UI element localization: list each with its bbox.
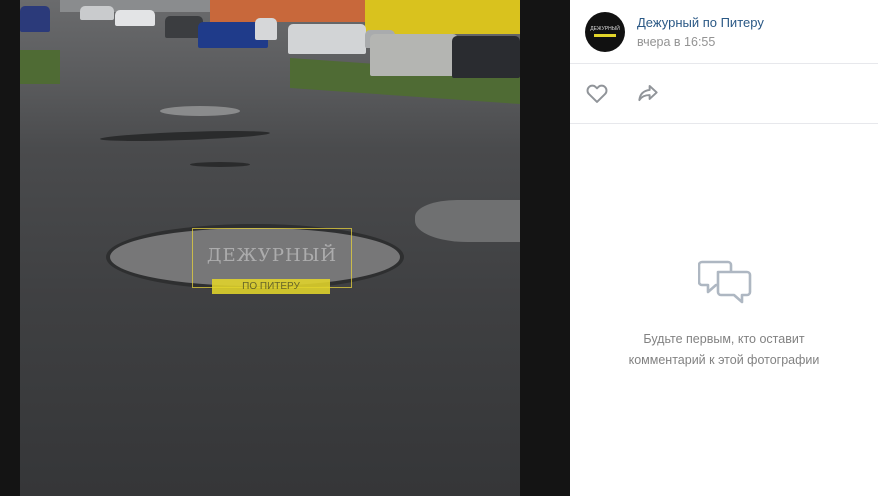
- car: [115, 10, 155, 26]
- avatar-label: ДЕЖУРНЫЙ: [590, 26, 620, 32]
- road-crack: [190, 162, 250, 167]
- car: [452, 36, 520, 78]
- post-info-panel: ДЕЖУРНЫЙ Дежурный по Питеру вчера в 16:5…: [570, 0, 878, 496]
- comments-empty-state: Будьте первым, кто оставит комментарий к…: [570, 124, 878, 496]
- empty-comments-text: Будьте первым, кто оставит комментарий к…: [570, 329, 878, 371]
- road-crack: [99, 129, 271, 143]
- share-arrow-icon: [638, 84, 658, 102]
- avatar-accent: [594, 34, 616, 37]
- author-link[interactable]: Дежурный по Питеру: [637, 15, 764, 30]
- grass-left: [20, 50, 60, 84]
- building-yellow: [365, 0, 520, 34]
- comment-bubbles-icon: [698, 260, 752, 304]
- watermark-subtitle: ПО ПИТЕРУ: [212, 279, 330, 294]
- car: [20, 6, 50, 32]
- avatar[interactable]: ДЕЖУРНЫЙ: [585, 12, 625, 52]
- like-button[interactable]: [584, 80, 610, 106]
- post-photo[interactable]: ДЕЖУРНЫЙ ПО ПИТЕРУ: [20, 0, 520, 496]
- car: [255, 18, 277, 40]
- photo-viewer: ДЕЖУРНЫЙ ПО ПИТЕРУ: [0, 0, 570, 496]
- post-actions: [570, 63, 878, 124]
- empty-comments-line2: комментарий к этой фотографии: [628, 353, 820, 367]
- puddle: [160, 106, 240, 116]
- post-header: ДЕЖУРНЫЙ Дежурный по Питеру вчера в 16:5…: [570, 0, 878, 64]
- car: [370, 34, 458, 76]
- share-button[interactable]: [635, 80, 661, 106]
- car: [80, 6, 114, 20]
- building-orange: [210, 0, 380, 22]
- empty-comments-line1: Будьте первым, кто оставит: [643, 332, 805, 346]
- watermark-title: ДЕЖУРНЫЙ: [206, 245, 338, 266]
- post-date[interactable]: вчера в 16:55: [637, 35, 715, 49]
- heart-icon: [586, 84, 608, 103]
- puddle: [415, 200, 520, 242]
- car: [288, 24, 366, 54]
